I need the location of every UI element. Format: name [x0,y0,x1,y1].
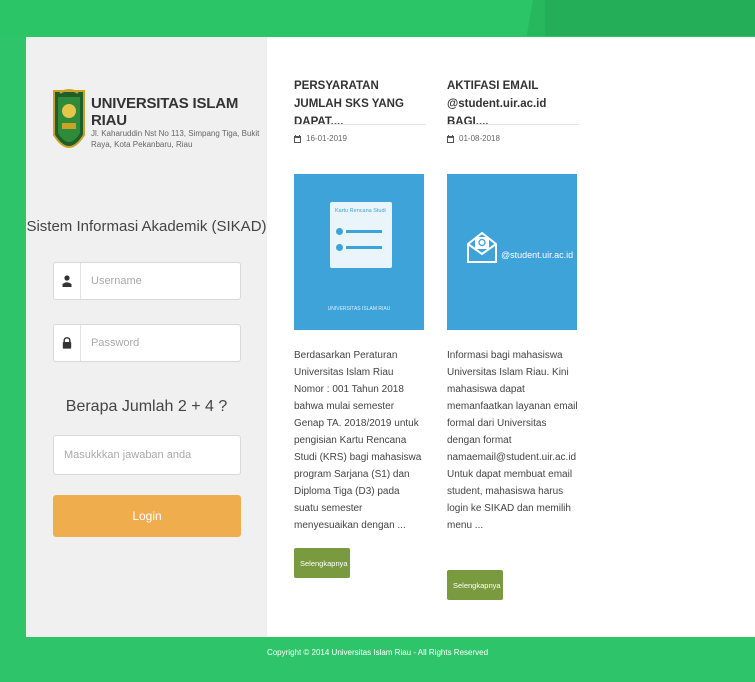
krs-image[interactable]: Kartu Rencana Studi UNIVERSITAS ISLAM RI… [294,174,424,330]
user-icon [54,263,81,299]
captcha-answer-input[interactable] [53,435,241,475]
login-panel: UNIVERSITAS ISLAM RIAU Jl. Kaharuddin Ns… [26,37,267,637]
email-image[interactable]: @student.uir.ac.id [447,174,577,330]
news-excerpt: Informasi bagi mahasiswa Universitas Isl… [447,350,578,531]
captcha-question: Berapa Jumlah 2 + 4 ? [65,398,228,415]
news-title[interactable]: AKTIFASI EMAIL @student.uir.ac.id BAGI..… [447,77,579,131]
lock-icon [54,325,81,361]
read-more-button[interactable]: Selengkapnya [294,548,350,578]
news-date: 16-01-2019 [306,134,347,143]
login-button[interactable]: Login [53,495,241,537]
username-input[interactable] [81,262,240,300]
calendar-icon [294,134,301,143]
main-panel: UNIVERSITAS ISLAM RIAU Jl. Kaharuddin Ns… [26,37,755,637]
university-name: UNIVERSITAS ISLAM RIAU [91,95,239,129]
top-band-stripe [545,0,755,36]
list-line [346,246,382,249]
calendar-icon [447,134,454,143]
envelope-icon [467,231,497,263]
email-image-caption: @student.uir.ac.id [501,250,574,260]
news-excerpt: Berdasarkan Peraturan Universitas Islam … [294,350,422,531]
username-group [53,262,241,300]
image-footer-text: UNIVERSITAS ISLAM RIAU [327,306,391,312]
password-input[interactable] [81,324,240,362]
news-date-row: 01-08-2018 [447,134,579,143]
top-band [0,0,755,36]
divider [294,124,426,125]
password-group [53,324,241,362]
read-more-button[interactable]: Selengkapnya [447,570,503,600]
news-date: 01-08-2018 [459,134,500,143]
news-title[interactable]: PERSYARATAN JUMLAH SKS YANG DAPAT.... [294,77,426,131]
news-panel: PERSYARATAN JUMLAH SKS YANG DAPAT.... 16… [267,37,755,637]
divider [447,124,579,125]
news-date-row: 16-01-2019 [294,134,426,143]
check-icon [336,244,343,251]
footer-copyright: Copyright © 2014 Universitas Islam Riau … [266,648,489,657]
university-logo [53,89,85,148]
check-icon [336,228,343,235]
system-title: Sistem Informasi Akademik (SIKAD) [26,218,267,235]
list-line [346,230,382,233]
university-address: Jl. Kaharuddin Nst No 113, Simpang Tiga,… [91,129,260,149]
krs-card: Kartu Rencana Studi [330,202,392,268]
krs-card-caption: Kartu Rencana Studi [335,208,386,214]
